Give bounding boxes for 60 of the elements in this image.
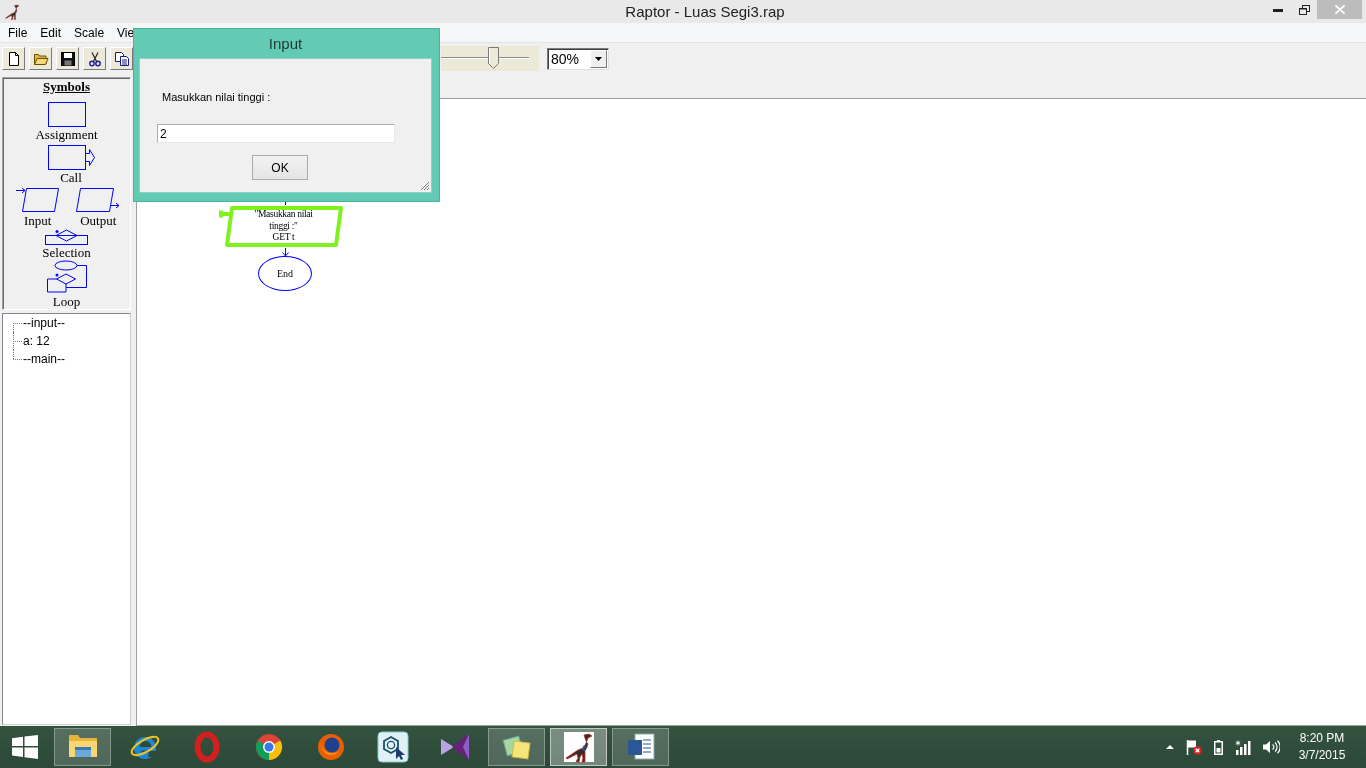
action-center-button[interactable]	[1186, 739, 1202, 755]
tree-item[interactable]: --main--	[23, 352, 65, 366]
tree-item[interactable]: a: 12	[23, 334, 50, 348]
menu-item[interactable]: Vie	[117, 24, 135, 41]
battery-button[interactable]	[1214, 739, 1223, 755]
output-symbol-icon[interactable]	[76, 187, 121, 213]
minimize-icon	[1273, 8, 1283, 12]
zoom-select[interactable]: 80%	[547, 47, 609, 70]
show-hidden-icons-button[interactable]	[1166, 745, 1174, 749]
restore-icon	[1298, 5, 1310, 15]
caret-down-icon	[595, 56, 602, 61]
cut-button[interactable]	[83, 47, 106, 70]
menu-item[interactable]: Scale	[74, 24, 105, 41]
caret-up-icon	[1166, 745, 1174, 749]
start-icon	[12, 735, 38, 759]
open-button[interactable]	[29, 47, 52, 70]
hexagon-cursor-icon	[376, 731, 409, 763]
menu-item[interactable]: File	[8, 24, 28, 41]
dialog-title: Input	[267, 34, 304, 54]
assignment-symbol-icon[interactable]	[47, 102, 86, 127]
resize-grip-icon[interactable]	[418, 179, 430, 191]
symbol-label: Call	[60, 171, 82, 185]
dialog-prompt: Masukkan nilai tinggi :	[162, 91, 271, 104]
zoom-slider[interactable]	[441, 46, 539, 71]
taskbar-button[interactable]	[550, 728, 607, 766]
bowtie-icon	[438, 731, 471, 763]
menu-item[interactable]: Edit	[40, 24, 62, 41]
battery-icon	[1214, 739, 1223, 755]
dinosaur-icon	[562, 731, 595, 763]
dinosaur-icon	[4, 2, 20, 21]
input-symbol-icon[interactable]	[15, 187, 60, 213]
call-symbol-icon[interactable]	[47, 145, 95, 170]
connector-arrow	[281, 248, 289, 256]
network-button[interactable]	[1235, 739, 1251, 755]
symbol-label: Selection	[42, 246, 91, 260]
symbol-label: Output	[80, 214, 117, 228]
symbol-label: Loop	[52, 295, 81, 309]
close-icon	[1334, 5, 1345, 14]
palette-title: Symbols	[42, 79, 91, 94]
input-field[interactable]: 2	[157, 124, 395, 143]
save-button[interactable]	[56, 47, 79, 70]
copy-icon	[113, 50, 130, 67]
flag-icon	[1186, 739, 1202, 755]
speaker-icon	[1263, 740, 1280, 754]
volume-button[interactable]	[1263, 740, 1280, 754]
copy-button[interactable]	[110, 47, 133, 70]
window-title: Raptor - Luas Segi3.rap	[624, 3, 785, 20]
clock-date[interactable]: 3/7/2015	[1298, 747, 1346, 764]
slider-thumb[interactable]	[488, 47, 500, 69]
taskbar-button[interactable]	[612, 728, 669, 766]
new-button[interactable]	[2, 47, 25, 70]
loop-symbol-icon[interactable]	[44, 260, 89, 293]
clock-time[interactable]: 8:20 PM	[1299, 730, 1345, 747]
tree-item[interactable]: --input--	[23, 316, 65, 330]
selection-symbol-icon[interactable]	[44, 229, 89, 245]
ok-button[interactable]: OK	[252, 155, 308, 180]
symbol-label: Assignment	[35, 128, 98, 142]
symbol-label: Input	[24, 214, 52, 228]
scissors-icon	[86, 50, 103, 67]
signal-bars-icon	[1235, 739, 1251, 755]
